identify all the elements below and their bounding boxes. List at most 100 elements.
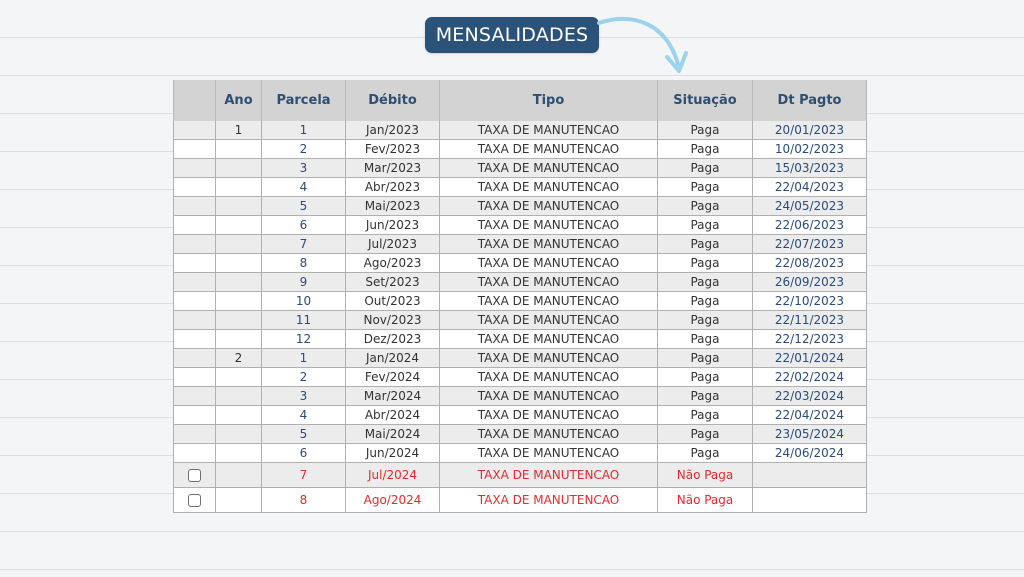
- table-row: 4 Abr/2023 TAXA DE MANUTENCAO Paga 22/04/202…: [173, 177, 867, 197]
- cell-ano: [215, 253, 262, 273]
- cell-select: [173, 121, 216, 140]
- cell-tipo: TAXA DE MANUTENCAO: [439, 367, 658, 387]
- cell-dt-pagto: 22/04/2024: [752, 405, 867, 425]
- cell-dt-pagto: 22/12/2023: [752, 329, 867, 349]
- cell-tipo: TAXA DE MANUTENCAO: [439, 177, 658, 197]
- cell-tipo: TAXA DE MANUTENCAO: [439, 158, 658, 178]
- cell-tipo: TAXA DE MANUTENCAO: [439, 291, 658, 311]
- cell-select: [173, 424, 216, 444]
- table-row: 7 Jul/2024 TAXA DE MANUTENCAO Não Paga: [173, 462, 867, 488]
- cell-dt-pagto: 22/04/2023: [752, 177, 867, 197]
- cell-parcela: 4: [261, 177, 346, 197]
- cell-tipo: TAXA DE MANUTENCAO: [439, 215, 658, 235]
- cell-ano: [215, 329, 262, 349]
- cell-debito: Dez/2023: [345, 329, 440, 349]
- cell-situacao: Paga: [657, 443, 753, 463]
- installments-table: Ano Parcela Débito Tipo Situação Dt Pagt…: [173, 80, 867, 513]
- cell-debito: Fev/2023: [345, 139, 440, 159]
- cell-select: [173, 405, 216, 425]
- table-row: 7 Jul/2023 TAXA DE MANUTENCAO Paga 22/07/202…: [173, 234, 867, 254]
- cell-dt-pagto: 26/09/2023: [752, 272, 867, 292]
- table-row: 11 Nov/2023 TAXA DE MANUTENCAO Paga 22/11/20…: [173, 310, 867, 330]
- cell-select: [173, 291, 216, 311]
- table-row: 5 Mai/2024 TAXA DE MANUTENCAO Paga 23/05/202…: [173, 424, 867, 444]
- cell-situacao: Paga: [657, 348, 753, 368]
- cell-parcela: 12: [261, 329, 346, 349]
- cell-dt-pagto: 22/01/2024: [752, 348, 867, 368]
- row-select-checkbox[interactable]: [188, 469, 201, 482]
- cell-debito: Abr/2024: [345, 405, 440, 425]
- cell-parcela: 5: [261, 196, 346, 216]
- table-row: 1 1 Jan/2023 TAXA DE MANUTENCAO Paga 20/01/20…: [173, 121, 867, 140]
- cell-tipo: TAXA DE MANUTENCAO: [439, 386, 658, 406]
- cell-select: [173, 272, 216, 292]
- cell-parcela: 6: [261, 443, 346, 463]
- cell-ano: [215, 443, 262, 463]
- cell-select[interactable]: [173, 487, 216, 513]
- cell-tipo: TAXA DE MANUTENCAO: [439, 487, 658, 513]
- cell-select[interactable]: [173, 462, 216, 488]
- cell-parcela: 4: [261, 405, 346, 425]
- cell-debito: Jul/2023: [345, 234, 440, 254]
- cell-dt-pagto: 22/07/2023: [752, 234, 867, 254]
- cell-select: [173, 158, 216, 178]
- cell-parcela: 2: [261, 367, 346, 387]
- cell-select: [173, 139, 216, 159]
- cell-tipo: TAXA DE MANUTENCAO: [439, 310, 658, 330]
- cell-tipo: TAXA DE MANUTENCAO: [439, 424, 658, 444]
- curved-arrow-icon: [597, 16, 688, 73]
- header-select: [173, 80, 216, 121]
- cell-parcela: 7: [261, 234, 346, 254]
- cell-select: [173, 310, 216, 330]
- header-debito: Débito: [345, 80, 440, 121]
- cell-debito: Jun/2024: [345, 443, 440, 463]
- header-situacao: Situação: [657, 80, 753, 121]
- cell-parcela: 3: [261, 386, 346, 406]
- cell-dt-pagto: 15/03/2023: [752, 158, 867, 178]
- cell-dt-pagto: 24/06/2024: [752, 443, 867, 463]
- cell-situacao: Paga: [657, 121, 753, 140]
- cell-ano: [215, 462, 262, 488]
- cell-tipo: TAXA DE MANUTENCAO: [439, 272, 658, 292]
- table-row: 3 Mar/2023 TAXA DE MANUTENCAO Paga 15/03/202…: [173, 158, 867, 178]
- cell-debito: Jun/2023: [345, 215, 440, 235]
- cell-dt-pagto: 24/05/2023: [752, 196, 867, 216]
- cell-debito: Ago/2023: [345, 253, 440, 273]
- cell-parcela: 7: [261, 462, 346, 488]
- cell-dt-pagto: 22/11/2023: [752, 310, 867, 330]
- cell-parcela: 3: [261, 158, 346, 178]
- table-row: 2 1 Jan/2024 TAXA DE MANUTENCAO Paga 22/01/20…: [173, 348, 867, 368]
- cell-select: [173, 215, 216, 235]
- row-select-checkbox[interactable]: [188, 494, 201, 507]
- cell-select: [173, 329, 216, 349]
- cell-dt-pagto: 22/03/2024: [752, 386, 867, 406]
- page-title-badge: MENSALIDADES: [425, 17, 599, 53]
- cell-dt-pagto: 23/05/2024: [752, 424, 867, 444]
- cell-ano: [215, 234, 262, 254]
- cell-situacao: Paga: [657, 234, 753, 254]
- cell-parcela: 10: [261, 291, 346, 311]
- cell-dt-pagto: 20/01/2023: [752, 121, 867, 140]
- table-row: 10 Out/2023 TAXA DE MANUTENCAO Paga 22/10/20…: [173, 291, 867, 311]
- cell-tipo: TAXA DE MANUTENCAO: [439, 443, 658, 463]
- cell-situacao: Não Paga: [657, 487, 753, 513]
- cell-tipo: TAXA DE MANUTENCAO: [439, 462, 658, 488]
- cell-situacao: Paga: [657, 215, 753, 235]
- cell-parcela: 1: [261, 348, 346, 368]
- table-header-row: Ano Parcela Débito Tipo Situação Dt Pagt…: [173, 80, 867, 121]
- cell-ano: [215, 367, 262, 387]
- cell-dt-pagto: 22/06/2023: [752, 215, 867, 235]
- cell-dt-pagto: 22/10/2023: [752, 291, 867, 311]
- cell-tipo: TAXA DE MANUTENCAO: [439, 234, 658, 254]
- cell-ano: [215, 310, 262, 330]
- cell-debito: Abr/2023: [345, 177, 440, 197]
- cell-tipo: TAXA DE MANUTENCAO: [439, 121, 658, 140]
- table-row: 8 Ago/2023 TAXA DE MANUTENCAO Paga 22/08/202…: [173, 253, 867, 273]
- cell-select: [173, 253, 216, 273]
- table-row: 3 Mar/2024 TAXA DE MANUTENCAO Paga 22/03/202…: [173, 386, 867, 406]
- table-row: 6 Jun/2023 TAXA DE MANUTENCAO Paga 22/06/202…: [173, 215, 867, 235]
- table-row: 8 Ago/2024 TAXA DE MANUTENCAO Não Paga: [173, 487, 867, 513]
- cell-situacao: Paga: [657, 139, 753, 159]
- cell-situacao: Paga: [657, 367, 753, 387]
- cell-situacao: Paga: [657, 177, 753, 197]
